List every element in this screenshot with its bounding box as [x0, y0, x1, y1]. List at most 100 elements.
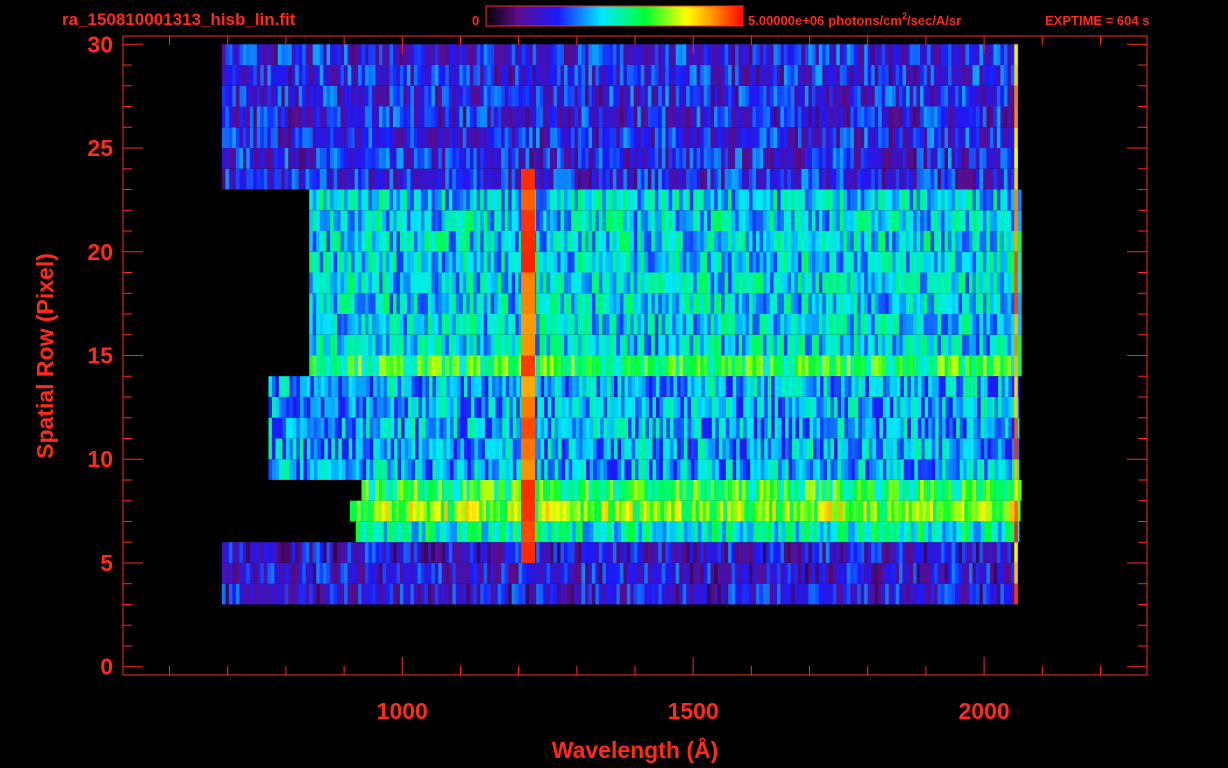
- heatmap-cell: [593, 417, 597, 439]
- heatmap-cell: [1000, 334, 1005, 356]
- heatmap-cell: [333, 334, 338, 356]
- heatmap-cell: [857, 231, 862, 252]
- heatmap-cell: [742, 334, 746, 356]
- heatmap-cell: [487, 272, 491, 294]
- heatmap-cell: [872, 438, 877, 460]
- heatmap-cell: [920, 106, 924, 128]
- heatmap-cell: [811, 65, 816, 86]
- heatmap-cell: [689, 355, 694, 377]
- heatmap-cell: [438, 480, 443, 501]
- heatmap-cell: [567, 65, 572, 86]
- heatmap-cell: [591, 251, 596, 273]
- heatmap-cell: [399, 106, 404, 128]
- heatmap-cell: [505, 376, 510, 397]
- heatmap-cell: [386, 251, 390, 273]
- heatmap-cell: [1010, 210, 1015, 231]
- heatmap-cell: [832, 480, 837, 501]
- heatmap-cell: [766, 127, 771, 148]
- heatmap-cell: [817, 500, 822, 522]
- heatmap-cell: [452, 293, 457, 314]
- heatmap-cell: [511, 106, 516, 128]
- heatmap-cell: [668, 127, 673, 148]
- heatmap-cell: [591, 355, 596, 377]
- heatmap-cell: [351, 189, 355, 211]
- heatmap-cell: [694, 459, 699, 480]
- heatmap-cell: [965, 148, 970, 169]
- heatmap-cell: [612, 148, 617, 169]
- heatmap-cell: [564, 65, 568, 86]
- heatmap-cell: [382, 210, 387, 231]
- heatmap-cell: [455, 210, 460, 231]
- heatmap-cell: [986, 65, 991, 86]
- heatmap-cell: [397, 521, 402, 543]
- heatmap-cell: [446, 417, 451, 439]
- heatmap-cell: [312, 168, 317, 190]
- heatmap-cell: [508, 355, 512, 377]
- heatmap-cell: [340, 168, 345, 190]
- heatmap-cell: [476, 314, 481, 335]
- heatmap-cell: [386, 85, 390, 107]
- heatmap-cell: [927, 44, 931, 65]
- heatmap-cell: [1007, 106, 1012, 128]
- heatmap-cell: [382, 189, 387, 211]
- heatmap-cell: [927, 231, 931, 252]
- heatmap-cell: [696, 210, 701, 231]
- heatmap-cell: [326, 293, 331, 314]
- heatmap-cell: [952, 376, 957, 397]
- heatmap-cell: [312, 231, 317, 252]
- heatmap-cell: [665, 85, 670, 107]
- heatmap-cell: [761, 500, 766, 522]
- heatmap-cell: [626, 314, 631, 335]
- heatmap-cell: [994, 459, 999, 480]
- heatmap-cell: [851, 459, 856, 480]
- heatmap-cell: [510, 500, 515, 522]
- heatmap-cell: [546, 314, 551, 335]
- heatmap-cell: [934, 334, 938, 356]
- heatmap-cell: [975, 127, 980, 148]
- heatmap-cell: [951, 168, 956, 190]
- heatmap-cell: [948, 65, 952, 86]
- heatmap-cell: [474, 397, 479, 418]
- heatmap-cell: [850, 106, 855, 128]
- heatmap-cell: [932, 500, 937, 522]
- heatmap-cell: [654, 293, 659, 314]
- heatmap-cell: [565, 459, 569, 480]
- heatmap-cell: [498, 376, 503, 397]
- heatmap-cell: [927, 251, 931, 273]
- heatmap-cell: [773, 251, 778, 273]
- heatmap-cell: [675, 168, 680, 190]
- heatmap-cell: [511, 231, 516, 252]
- heatmap-cell: [529, 106, 533, 128]
- heatmap-cell: [453, 417, 458, 439]
- heatmap-cell: [480, 168, 484, 190]
- heatmap-cell: [738, 85, 743, 107]
- heatmap-cell: [445, 314, 450, 335]
- heatmap-cell: [906, 293, 910, 314]
- heatmap-cell: [386, 272, 390, 294]
- heatmap-cell: [836, 251, 841, 273]
- heatmap-cell: [614, 521, 618, 543]
- heatmap-cell: [711, 376, 716, 397]
- heatmap-cell: [536, 189, 540, 211]
- heatmap-cell: [693, 44, 697, 65]
- heatmap-cell: [717, 44, 722, 65]
- heatmap-cell: [696, 106, 701, 128]
- heatmap-cell: [843, 210, 848, 231]
- heatmap-cell: [598, 85, 603, 107]
- heatmap-cell: [917, 417, 922, 439]
- heatmap-cell: [372, 65, 376, 86]
- heatmap-cell: [607, 376, 611, 397]
- heatmap-cell: [827, 459, 831, 480]
- heatmap-cell: [853, 106, 858, 128]
- heatmap-cell: [692, 500, 696, 522]
- heatmap-cell: [600, 459, 604, 480]
- heatmap-cell: [516, 521, 521, 543]
- heatmap-cell: [581, 65, 586, 86]
- heatmap-cell: [756, 127, 760, 148]
- heatmap-cell: [885, 85, 889, 107]
- heatmap-cell: [951, 272, 956, 294]
- heatmap-cell: [864, 85, 868, 107]
- heatmap-cell: [907, 397, 912, 418]
- heatmap-cell: [927, 148, 931, 169]
- heatmap-cell: [354, 127, 359, 148]
